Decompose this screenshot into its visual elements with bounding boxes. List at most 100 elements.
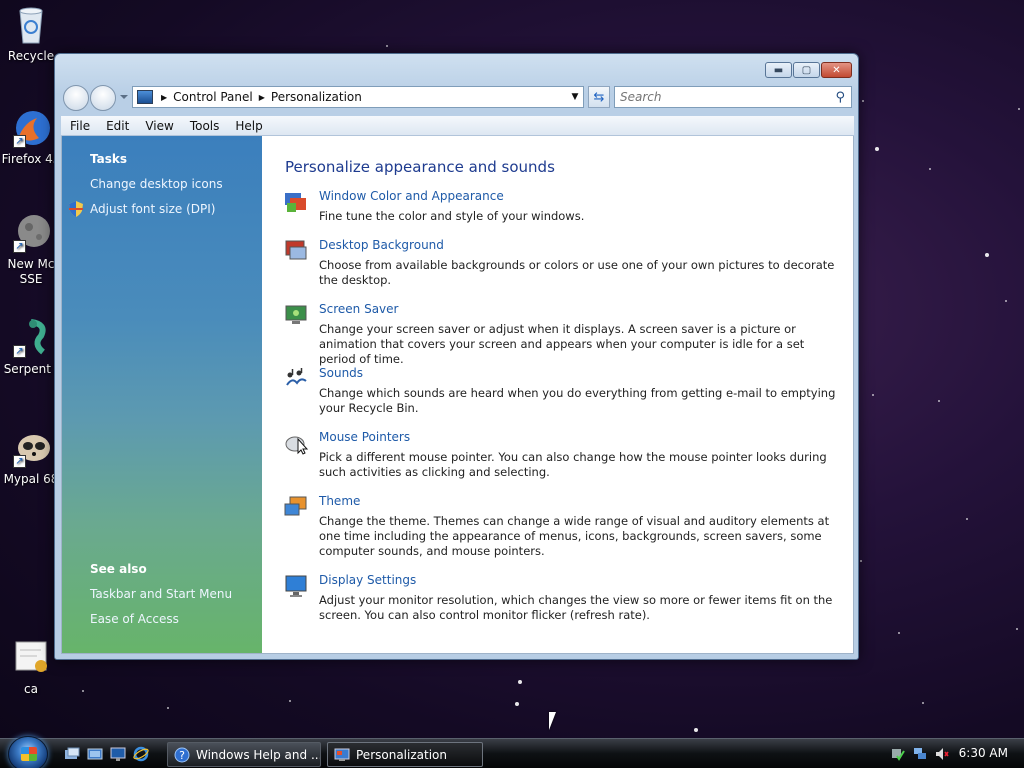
task-pane: Tasks Change desktop icons Adjust font s… xyxy=(62,136,262,653)
forward-button[interactable] xyxy=(90,85,116,111)
star xyxy=(386,45,388,47)
window-color-icon xyxy=(285,193,306,212)
item-title-link[interactable]: Window Color and Appearance xyxy=(319,189,504,203)
search-input[interactable] xyxy=(620,90,820,104)
item-description: Change your screen saver or adjust when … xyxy=(319,322,805,366)
taskbar-button-label: Windows Help and ... xyxy=(196,747,321,762)
minimize-icon: ▬ xyxy=(773,64,784,76)
address-dropdown-icon[interactable]: ▼ xyxy=(567,87,583,107)
mypal-icon: ↗ xyxy=(11,428,51,468)
item-description: Adjust your monitor resolution, which ch… xyxy=(319,593,833,622)
breadcrumb-arrow-icon[interactable]: ▶ xyxy=(161,93,167,102)
help-icon: ? xyxy=(174,747,190,762)
search-box[interactable]: ⚲ xyxy=(614,86,852,108)
star xyxy=(875,147,879,151)
star xyxy=(518,680,522,684)
item-description: Pick a different mouse pointer. You can … xyxy=(319,450,827,479)
star xyxy=(1005,300,1007,302)
refresh-button[interactable]: ⇆ xyxy=(588,86,610,108)
desktop-icon-recycle[interactable]: Recycle xyxy=(0,5,62,64)
item-title-link[interactable]: Sounds xyxy=(319,366,363,380)
breadcrumb-personalization[interactable]: Personalization xyxy=(271,90,362,104)
certificate-icon xyxy=(11,638,51,678)
desktop-icon-ca[interactable]: ca xyxy=(0,638,62,697)
breadcrumb-control-panel[interactable]: Control Panel xyxy=(173,90,253,104)
star xyxy=(1018,108,1020,110)
shortcut-arrow-icon: ↗ xyxy=(13,135,26,148)
task-adjust-font-size[interactable]: Adjust font size (DPI) xyxy=(90,202,215,216)
desktop-icon-label: New Mc xyxy=(7,257,55,271)
tasks-heading: Tasks xyxy=(90,152,128,166)
minimize-button[interactable]: ▬ xyxy=(765,62,792,78)
item-title-link[interactable]: Theme xyxy=(319,494,360,508)
sounds-icon xyxy=(286,368,307,386)
item-title-link[interactable]: Desktop Background xyxy=(319,238,444,252)
monitor-icon[interactable] xyxy=(110,746,126,762)
shortcut-arrow-icon: ↗ xyxy=(13,455,26,468)
back-button[interactable] xyxy=(63,85,89,111)
breadcrumb-arrow-icon[interactable]: ▶ xyxy=(259,93,265,102)
mouse-cursor-icon xyxy=(549,712,556,730)
desktop-icon-mypal[interactable]: ↗ Mypal 68 xyxy=(0,428,62,487)
desktop-icon-firefox[interactable]: ↗ Firefox 45 xyxy=(0,108,62,167)
taskbar-button-personalization[interactable]: Personalization xyxy=(327,742,483,767)
star xyxy=(860,560,862,562)
security-center-icon[interactable] xyxy=(890,746,906,762)
menu-tools[interactable]: Tools xyxy=(182,116,228,136)
task-change-desktop-icons[interactable]: Change desktop icons xyxy=(90,177,223,191)
desktop-background-icon xyxy=(285,240,307,260)
desktop-icon-serpent[interactable]: ↗ Serpent I xyxy=(0,318,62,377)
desktop-icon-label: Recycle xyxy=(7,49,55,63)
menu-help[interactable]: Help xyxy=(227,116,270,136)
network-icon[interactable] xyxy=(912,746,928,762)
maximize-button[interactable]: ▢ xyxy=(793,62,820,78)
star xyxy=(898,632,900,634)
page-title: Personalize appearance and sounds xyxy=(285,158,555,176)
desktop-icon-label-line2: SSE xyxy=(19,272,43,286)
desktop-icon-new-moon[interactable]: ↗ New Mc SSE xyxy=(0,213,62,287)
main-panel: Personalize appearance and sounds Window… xyxy=(262,136,853,653)
star xyxy=(289,700,291,702)
item-title-link[interactable]: Screen Saver xyxy=(319,302,398,316)
desktop-icon-label: ca xyxy=(24,682,38,696)
desktop-icon-label: Serpent I xyxy=(3,362,59,376)
star xyxy=(862,100,864,102)
window-controls: ▬ ▢ ✕ xyxy=(765,62,852,78)
control-panel-icon xyxy=(334,748,350,761)
internet-explorer-icon[interactable] xyxy=(133,746,149,762)
star xyxy=(872,394,874,396)
see-also-taskbar-start-menu[interactable]: Taskbar and Start Menu xyxy=(90,587,232,601)
menu-edit[interactable]: Edit xyxy=(98,116,137,136)
menu-file[interactable]: File xyxy=(62,116,98,136)
close-button[interactable]: ✕ xyxy=(821,62,852,78)
display-settings-icon xyxy=(285,575,307,597)
start-button[interactable] xyxy=(8,736,48,768)
svg-text:?: ? xyxy=(179,749,185,762)
address-bar[interactable]: ▶ Control Panel ▶ Personalization ▼ xyxy=(132,86,584,108)
personalization-window[interactable]: ▬ ▢ ✕ ▶ Control Panel ▶ Personalization … xyxy=(54,53,859,660)
see-also-ease-of-access[interactable]: Ease of Access xyxy=(90,612,179,626)
search-icon[interactable]: ⚲ xyxy=(835,90,845,105)
item-description: Change which sounds are heard when you d… xyxy=(319,386,836,415)
clock[interactable]: 6:30 AM xyxy=(959,746,1008,760)
taskbar: ? Windows Help and ... Personalization 6… xyxy=(0,736,1024,768)
star xyxy=(938,400,940,402)
menu-view[interactable]: View xyxy=(137,116,181,136)
maximize-icon: ▢ xyxy=(801,64,812,76)
switch-windows-icon[interactable] xyxy=(87,746,103,762)
recent-pages-dropdown-icon[interactable] xyxy=(120,95,128,99)
screen-saver-icon xyxy=(285,305,307,324)
star xyxy=(922,702,924,704)
shortcut-arrow-icon: ↗ xyxy=(13,345,26,358)
item-description: Choose from available backgrounds or col… xyxy=(319,258,835,287)
desktop-icon-label: Mypal 68 xyxy=(3,472,59,486)
volume-muted-icon[interactable] xyxy=(934,746,950,762)
star xyxy=(82,690,84,692)
item-title-link[interactable]: Mouse Pointers xyxy=(319,430,410,444)
control-panel-icon xyxy=(137,90,153,104)
show-desktop-icon[interactable] xyxy=(64,746,80,762)
taskbar-button-windows-help[interactable]: ? Windows Help and ... xyxy=(167,742,321,767)
mouse-pointers-icon xyxy=(285,436,308,455)
item-title-link[interactable]: Display Settings xyxy=(319,573,416,587)
star xyxy=(167,707,169,709)
